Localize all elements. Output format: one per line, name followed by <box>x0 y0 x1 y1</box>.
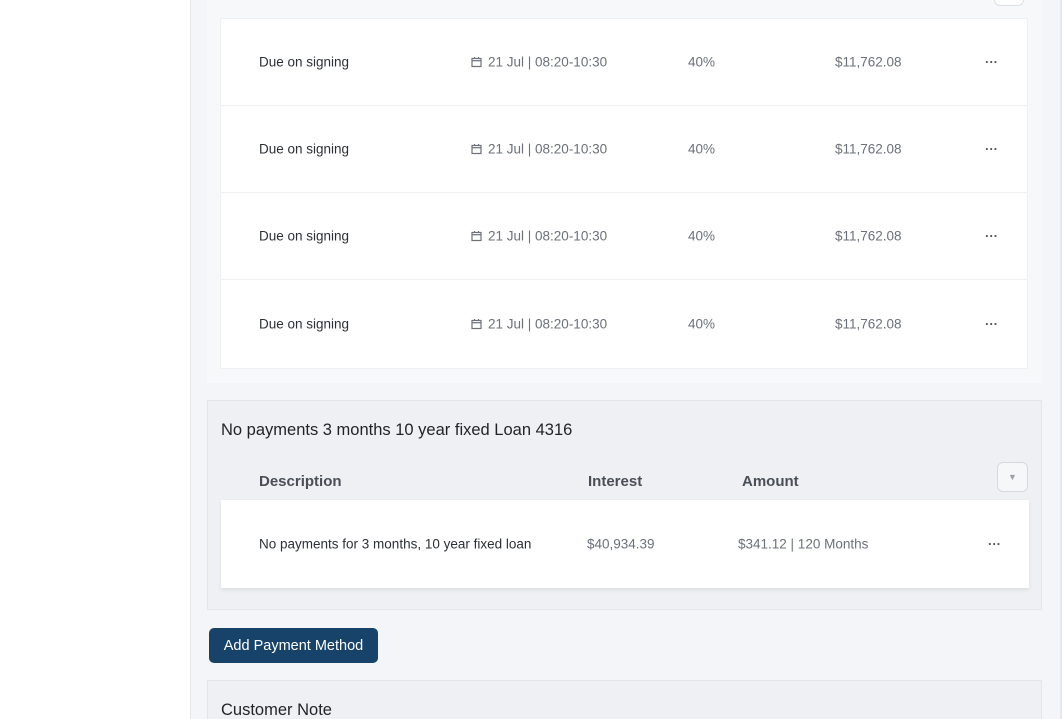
loan-row-amount: $341.12 | 120 Months <box>738 536 869 552</box>
main-content: Due on signing 21 Jul | 08:20-10:30 40% … <box>191 0 1062 719</box>
add-payment-method-button[interactable]: Add Payment Method <box>209 628 378 663</box>
row-percent: 40% <box>688 141 716 157</box>
column-header-amount: Amount <box>742 473 799 490</box>
row-date-text: 21 Jul | 08:20-10:30 <box>488 228 608 244</box>
row-description: Due on signing <box>259 316 350 331</box>
row-amount: $11,762.08 <box>835 228 902 244</box>
row-date: 21 Jul | 08:20-10:30 <box>471 229 607 244</box>
row-amount: $11,762.08 <box>835 141 902 157</box>
row-date-text: 21 Jul | 08:20-10:30 <box>488 141 608 157</box>
more-options-icon[interactable]: ··· <box>985 55 998 70</box>
calendar-icon <box>471 144 482 155</box>
row-percent: 40% <box>688 54 716 70</box>
row-amount: $11,762.08 <box>835 54 902 70</box>
row-description: Due on signing <box>259 141 350 157</box>
more-options-icon[interactable]: ··· <box>985 229 998 244</box>
more-options-icon[interactable]: ··· <box>985 316 998 331</box>
row-date-text: 21 Jul | 08:20-10:30 <box>488 54 608 70</box>
loan-option-card: No payments 3 months 10 year fixed Loan … <box>207 400 1042 610</box>
customer-note-card: Customer Note <box>207 680 1042 719</box>
chevron-down-icon: ▼ <box>1008 472 1017 482</box>
more-options-icon[interactable]: ··· <box>988 537 1001 552</box>
calendar-icon <box>471 57 482 68</box>
more-options-icon[interactable]: ··· <box>985 142 998 157</box>
row-date-text: 21 Jul | 08:20-10:30 <box>488 316 608 331</box>
table-row: No payments for 3 months, 10 year fixed … <box>221 500 1029 588</box>
loan-row-description: No payments for 3 months, 10 year fixed … <box>259 536 532 552</box>
calendar-icon <box>471 318 482 329</box>
row-percent: 40% <box>688 316 716 331</box>
column-header-description: Description <box>259 473 342 490</box>
column-header-interest: Interest <box>588 473 643 490</box>
row-date: 21 Jul | 08:20-10:30 <box>471 55 607 70</box>
payment-schedule-card: Due on signing 21 Jul | 08:20-10:30 40% … <box>207 0 1042 383</box>
loan-title: No payments 3 months 10 year fixed Loan … <box>221 421 573 439</box>
dropdown-toggle-button[interactable]: ▼ <box>997 462 1028 492</box>
row-date: 21 Jul | 08:20-10:30 <box>471 316 607 331</box>
customer-note-title: Customer Note <box>221 701 332 719</box>
row-percent: 40% <box>688 228 716 244</box>
collapse-button[interactable] <box>994 0 1024 6</box>
sidebar <box>0 0 191 719</box>
row-date: 21 Jul | 08:20-10:30 <box>471 142 607 157</box>
table-row: Due on signing 21 Jul | 08:20-10:30 40% … <box>221 19 1027 106</box>
table-row: Due on signing 21 Jul | 08:20-10:30 40% … <box>221 193 1027 280</box>
table-row: Due on signing 21 Jul | 08:20-10:30 40% … <box>221 280 1027 367</box>
calendar-icon <box>471 231 482 242</box>
table-row: Due on signing 21 Jul | 08:20-10:30 40% … <box>221 106 1027 193</box>
row-description: Due on signing <box>259 54 350 70</box>
loan-row-interest: $40,934.39 <box>587 536 655 552</box>
row-amount: $11,762.08 <box>835 316 902 331</box>
payment-schedule-list: Due on signing 21 Jul | 08:20-10:30 40% … <box>220 18 1028 369</box>
row-description: Due on signing <box>259 228 350 244</box>
